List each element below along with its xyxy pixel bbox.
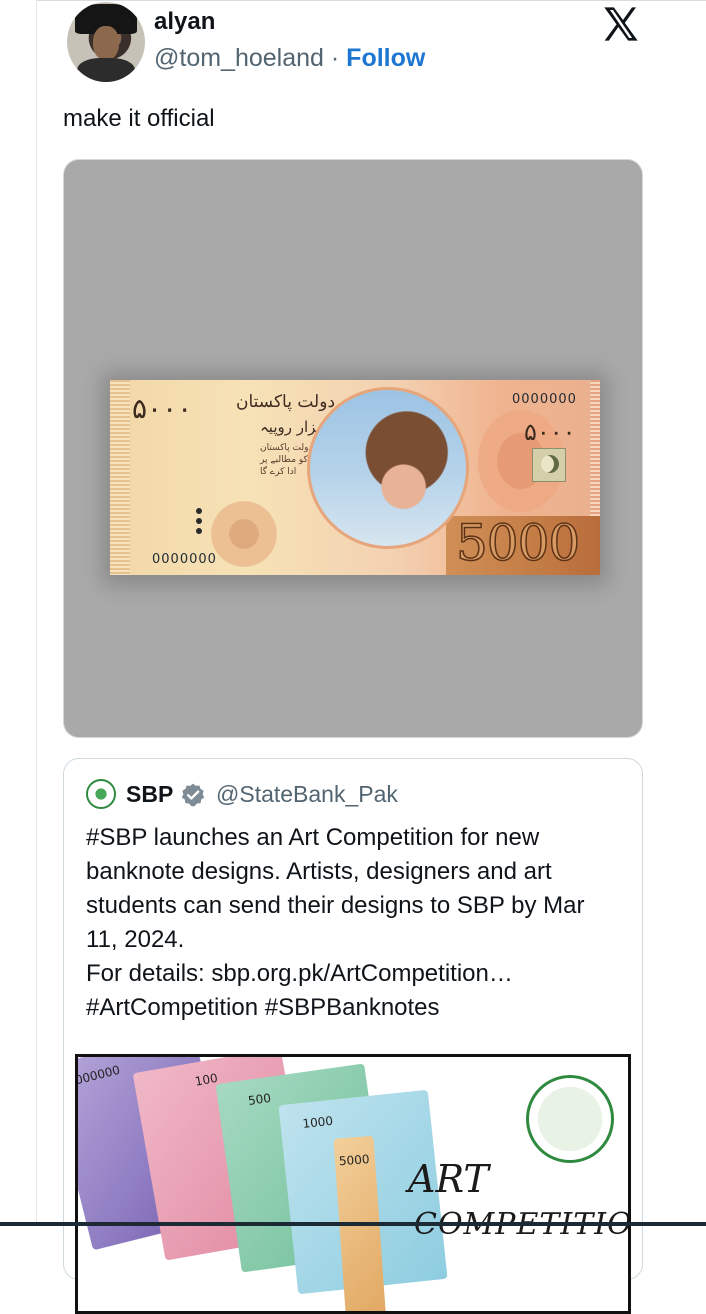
quoted-tweet[interactable]: SBP @StateBank_Pak #SBP launches an Art … <box>63 758 643 1314</box>
tweet-text: make it official <box>63 105 215 132</box>
denomination: 5000 <box>455 513 581 573</box>
sbp-avatar[interactable] <box>86 779 116 809</box>
serial-number-top: 0000000 <box>512 392 577 407</box>
author-avatar[interactable] <box>67 2 145 82</box>
banknote-image: ۵۰۰۰ دولت پاکستان ہزار روپیہ بینک دولت پ… <box>110 380 600 575</box>
author-handle-row: @tom_hoeland · Follow <box>154 44 425 73</box>
urdu-numeral-left: ۵۰۰۰ <box>132 392 193 425</box>
bottom-bar <box>0 1222 706 1226</box>
urdu-title: دولت پاکستان <box>236 392 336 412</box>
x-logo-icon[interactable] <box>600 4 642 44</box>
author-handle[interactable]: @tom_hoeland <box>154 44 324 72</box>
quoted-author-handle[interactable]: @StateBank_Pak <box>216 781 398 808</box>
quoted-tweet-text: #SBP launches an Art Competition for new… <box>86 824 585 1021</box>
banknote-portrait <box>307 387 469 549</box>
tactile-dots <box>196 508 202 538</box>
poster-title: ART <box>408 1157 489 1201</box>
urdu-numeral-right: ۵۰۰۰ <box>524 418 576 446</box>
tweet-image[interactable]: ۵۰۰۰ دولت پاکستان ہزار روپیہ بینک دولت پ… <box>63 159 643 738</box>
author-name[interactable]: alyan <box>154 8 215 36</box>
crescent-star-icon <box>532 448 566 482</box>
follow-button[interactable]: Follow <box>346 44 425 72</box>
verified-badge-icon <box>181 783 205 807</box>
quoted-tweet-image[interactable]: 0000000 50 100 500 1000 5000 ART COMPETI… <box>75 1054 631 1314</box>
state-bank-seal-icon <box>526 1075 614 1163</box>
serial-number-bottom: 0000000 <box>152 552 217 567</box>
separator-dot: · <box>330 44 340 72</box>
quoted-author-name[interactable]: SBP <box>126 781 173 808</box>
